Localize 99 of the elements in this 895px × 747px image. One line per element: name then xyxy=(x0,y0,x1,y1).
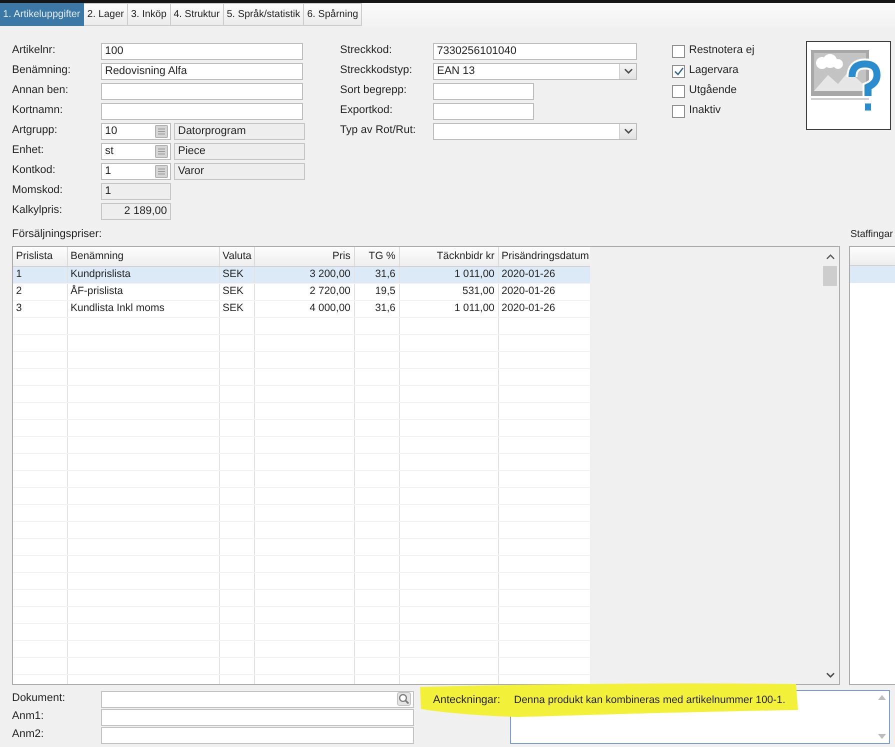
field-label: Enhet: xyxy=(12,144,45,158)
chevron-down-icon[interactable] xyxy=(624,128,632,134)
description-field: Datorprogram xyxy=(174,122,305,140)
list-icon[interactable] xyxy=(155,144,168,158)
text-field[interactable]: 100 xyxy=(101,42,303,60)
table-cell: 3 xyxy=(13,300,67,317)
column-header[interactable]: Benämning xyxy=(67,247,219,266)
field-label: Streckkod: xyxy=(340,44,393,58)
text-field[interactable] xyxy=(101,102,303,120)
section-title: Försäljningspriser: xyxy=(12,228,102,242)
table-cell: ÅF-prislista xyxy=(67,283,219,300)
table-row[interactable]: 3 Kundlista Inkl moms SEK 4 000,00 31,6 1 011,00 2020-01-26 xyxy=(13,300,590,317)
text-field[interactable]: 7330256101040 xyxy=(433,42,637,60)
field-label: Kontkod: xyxy=(12,164,56,178)
table-cell: 531,00 xyxy=(399,283,498,300)
table-cell: 1 011,00 xyxy=(399,300,498,317)
tab[interactable]: 6. Spårning xyxy=(304,3,362,26)
table-cell: Kundprislista xyxy=(67,266,219,283)
table-cell: 2020-01-26 xyxy=(498,300,590,317)
chevron-down-icon[interactable] xyxy=(826,672,834,678)
table-cell: 31,6 xyxy=(354,300,399,317)
description-field: Piece xyxy=(174,142,305,160)
code-field[interactable]: st xyxy=(101,142,171,160)
field-label: Momskod: xyxy=(12,184,64,198)
list-icon[interactable] xyxy=(155,164,168,178)
arrow-down-icon[interactable] xyxy=(878,734,886,739)
column-header[interactable]: Prislista xyxy=(13,247,67,266)
field-label: Artikelnr: xyxy=(12,44,56,58)
checkbox-label: Lagervara xyxy=(689,64,739,78)
text-field[interactable] xyxy=(433,102,534,120)
field-label: Anm1: xyxy=(12,710,45,724)
field-label: Benämning: xyxy=(12,64,72,78)
field-label: Anm2: xyxy=(12,728,45,742)
code-field[interactable]: 1 xyxy=(101,162,171,180)
field-label: Anteckningar: xyxy=(433,693,502,708)
dropdown-button[interactable] xyxy=(619,124,636,138)
text-field[interactable] xyxy=(433,82,534,100)
readonly-field: 1 xyxy=(101,182,171,200)
dropdown[interactable]: EAN 13 xyxy=(433,62,637,80)
text-field[interactable] xyxy=(101,690,414,708)
text-field[interactable] xyxy=(101,708,414,726)
checkbox-label: Restnotera ej xyxy=(689,44,754,58)
table-cell: SEK xyxy=(219,300,254,317)
table-cell: 1 xyxy=(13,266,67,283)
chevron-up-icon[interactable] xyxy=(826,254,834,260)
checkbox[interactable] xyxy=(672,44,685,58)
tab[interactable]: 5. Språk/statistik xyxy=(224,3,304,26)
text-field[interactable]: Redovisning Alfa xyxy=(101,62,303,80)
list-icon[interactable] xyxy=(155,124,168,138)
table-cell: 31,6 xyxy=(354,266,399,283)
table-cell: SEK xyxy=(219,266,254,283)
field-label: Streckkodstyp: xyxy=(340,64,414,78)
column-header[interactable]: Prisändringsdatum xyxy=(498,247,590,266)
table-cell: 19,5 xyxy=(354,283,399,300)
checkbox[interactable] xyxy=(672,64,685,78)
table-cell: 2020-01-26 xyxy=(498,283,590,300)
tab[interactable]: 1. Artikeluppgifter xyxy=(0,3,84,26)
table-cell: 2020-01-26 xyxy=(498,266,590,283)
table-cell: 4 000,00 xyxy=(254,300,354,317)
column-header[interactable]: Pris xyxy=(254,247,354,266)
checkbox-label: Utgående xyxy=(689,84,737,98)
dropdown-button[interactable] xyxy=(619,64,636,78)
field-label: Sort begrepp: xyxy=(340,84,408,98)
field-label: Typ av Rot/Rut: xyxy=(340,124,417,138)
table-cell: SEK xyxy=(219,283,254,300)
scrollbar-thumb[interactable] xyxy=(823,266,837,286)
field-label: Kalkylpris: xyxy=(12,204,64,218)
field-label: Kortnamn: xyxy=(12,104,64,118)
arrow-up-icon[interactable] xyxy=(878,695,886,700)
table-cell: 1 011,00 xyxy=(399,266,498,283)
text-field[interactable] xyxy=(101,82,303,100)
field-label: Dokument: xyxy=(12,692,66,706)
field-label: Exportkod: xyxy=(340,104,394,118)
checkbox[interactable] xyxy=(672,84,685,98)
tab[interactable]: 3. Inköp xyxy=(128,3,171,26)
column-header[interactable]: TG % xyxy=(354,247,399,266)
tab[interactable]: 2. Lager xyxy=(84,3,128,26)
table-header xyxy=(850,247,895,266)
table-cell: Kundlista Inkl moms xyxy=(67,300,219,317)
checkmark-icon xyxy=(674,66,684,76)
code-field[interactable]: 10 xyxy=(101,122,171,140)
table-cell: 2 xyxy=(13,283,67,300)
checkbox-label: Inaktiv xyxy=(689,104,721,118)
column-header[interactable]: Täcknbidr kr xyxy=(399,247,498,266)
table-cell: 2 720,00 xyxy=(254,283,354,300)
description-field: Varor xyxy=(174,162,305,180)
text-field[interactable] xyxy=(101,726,414,744)
checkbox[interactable] xyxy=(672,104,685,118)
field-label: Artgrupp: xyxy=(12,124,58,138)
price-field: 2 189,00 xyxy=(101,202,171,220)
tab[interactable]: 4. Struktur xyxy=(170,3,224,26)
section-title: Staffingar xyxy=(850,229,893,241)
table-row[interactable]: 2 ÅF-prislista SEK 2 720,00 19,5 531,00 2020-01-26 xyxy=(13,283,590,300)
column-header[interactable]: Valuta xyxy=(219,247,254,266)
table-cell: 3 200,00 xyxy=(254,266,354,283)
field-label: Annan ben: xyxy=(12,84,70,98)
search-icon[interactable] xyxy=(397,692,411,706)
chevron-down-icon[interactable] xyxy=(624,68,632,74)
table-row[interactable]: 1 Kundprislista SEK 3 200,00 31,6 1 011,00 2020-01-26 xyxy=(13,266,590,283)
